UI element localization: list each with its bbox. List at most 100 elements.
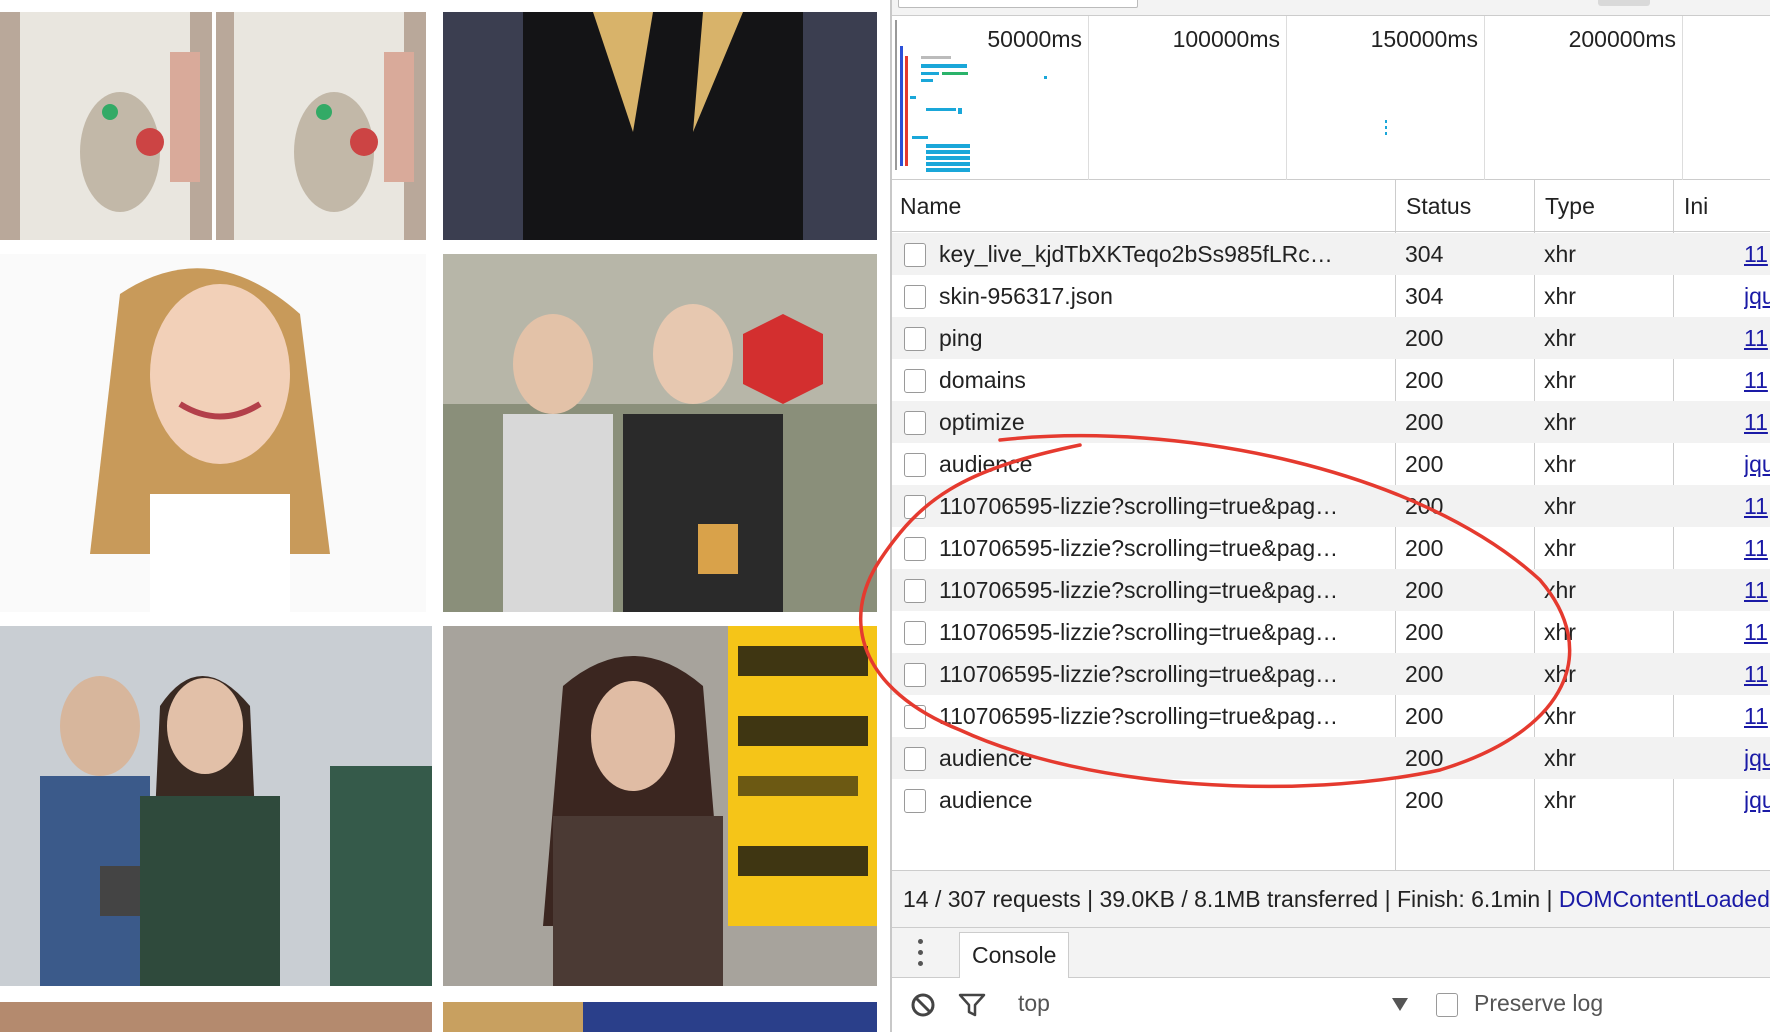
network-toolbar	[892, 0, 1770, 16]
request-icon	[904, 327, 926, 351]
request-name: 110706595-lizzie?scrolling=true&page=7&b…	[939, 703, 1339, 729]
column-header-name[interactable]: Name	[892, 180, 1396, 232]
column-header-initiator[interactable]: Ini	[1676, 180, 1770, 232]
waterfall-chart	[895, 20, 1387, 172]
preserve-log-checkbox[interactable]	[1436, 993, 1458, 1017]
photo-1[interactable]	[0, 12, 212, 240]
request-type: xhr	[1544, 367, 1576, 393]
request-type: xhr	[1544, 619, 1576, 645]
photo-7[interactable]	[443, 626, 877, 986]
filter-input[interactable]	[898, 0, 1138, 8]
request-row[interactable]: 110706595-lizzie?scrolling=true&page=3&b…	[892, 527, 1770, 569]
request-row[interactable]: 110706595-lizzie?scrolling=true&page=6&b…	[892, 653, 1770, 695]
request-row[interactable]: 110706595-lizzie?scrolling=true&page=4&b…	[892, 569, 1770, 611]
request-initiator-link[interactable]: 11	[1744, 695, 1770, 737]
request-name: 110706595-lizzie?scrolling=true&page=5&b…	[939, 619, 1339, 645]
request-status: 200	[1405, 703, 1444, 729]
column-header-type[interactable]: Type	[1537, 180, 1673, 232]
request-name: 110706595-lizzie?scrolling=true&page=3&b…	[939, 535, 1339, 561]
request-initiator-link[interactable]: 11	[1744, 401, 1770, 443]
request-row[interactable]: skin-956317.json 304 xhr jqu	[892, 275, 1770, 317]
request-table: Name Status Type Ini key_live_kjdTbXKTeq…	[892, 180, 1770, 870]
drawer-tabbar: Console	[892, 928, 1770, 978]
drawer-menu-icon[interactable]	[912, 936, 928, 970]
request-icon	[904, 537, 926, 561]
request-initiator-link[interactable]: jqu	[1744, 779, 1770, 821]
preserve-log-label: Preserve log	[1474, 990, 1604, 1016]
request-type: xhr	[1544, 409, 1576, 435]
summary-separator: |	[1384, 886, 1397, 912]
filter-icon[interactable]	[958, 992, 986, 1018]
request-row[interactable]: domains 200 xhr 11	[892, 359, 1770, 401]
request-status: 200	[1405, 661, 1444, 687]
toolbar-toggle[interactable]	[1598, 0, 1650, 6]
request-status: 200	[1405, 409, 1444, 435]
request-status: 200	[1405, 367, 1444, 393]
table-header: Name Status Type Ini	[892, 180, 1770, 232]
request-type: xhr	[1544, 283, 1576, 309]
timeline-overview[interactable]: 50000ms 100000ms 150000ms 200000ms	[892, 16, 1770, 180]
photo-2[interactable]	[216, 12, 426, 240]
summary-finish: Finish: 6.1min	[1396, 886, 1541, 912]
request-initiator-link[interactable]: 11	[1744, 569, 1770, 611]
request-status: 200	[1405, 451, 1444, 477]
summary-separator: |	[1546, 886, 1559, 912]
request-initiator-link[interactable]: 11	[1744, 485, 1770, 527]
request-row[interactable]: ping 200 xhr 11	[892, 317, 1770, 359]
request-name: domains	[939, 367, 1026, 393]
request-row[interactable]: audience 200 xhr jqu	[892, 737, 1770, 779]
request-initiator-link[interactable]: 11	[1744, 611, 1770, 653]
request-icon	[904, 369, 926, 393]
photo-3[interactable]	[443, 12, 877, 240]
request-name: optimize	[939, 409, 1025, 435]
request-row[interactable]: 110706595-lizzie?scrolling=true&page=2&b…	[892, 485, 1770, 527]
request-initiator-link[interactable]: 11	[1744, 653, 1770, 695]
request-type: xhr	[1544, 451, 1576, 477]
request-row[interactable]: 110706595-lizzie?scrolling=true&page=5&b…	[892, 611, 1770, 653]
summary-transferred: 39.0KB / 8.1MB transferred	[1099, 886, 1379, 912]
summary-separator: |	[1087, 886, 1100, 912]
request-icon	[904, 285, 926, 309]
request-initiator-link[interactable]: 11	[1744, 317, 1770, 359]
console-toolbar: top Preserve log	[892, 978, 1770, 1032]
request-icon	[904, 453, 926, 477]
request-initiator-link[interactable]: 11	[1744, 527, 1770, 569]
request-row[interactable]: optimize 200 xhr 11	[892, 401, 1770, 443]
request-type: xhr	[1544, 745, 1576, 771]
photo-4[interactable]	[0, 254, 426, 612]
request-initiator-link[interactable]: jqu	[1744, 275, 1770, 317]
request-name: 110706595-lizzie?scrolling=true&page=6&b…	[939, 661, 1339, 687]
request-row[interactable]: key_live_kjdTbXKTeqo2bSs985fLRcfgAwgm8kc…	[892, 233, 1770, 275]
request-icon	[904, 705, 926, 729]
request-initiator-link[interactable]: 11	[1744, 233, 1770, 275]
request-type: xhr	[1544, 325, 1576, 351]
request-type: xhr	[1544, 703, 1576, 729]
photo-9[interactable]	[443, 1002, 877, 1032]
request-row[interactable]: audience 200 xhr jqu	[892, 443, 1770, 485]
clear-console-icon[interactable]	[910, 992, 936, 1018]
request-initiator-link[interactable]: jqu	[1744, 443, 1770, 485]
photo-5[interactable]	[443, 254, 877, 612]
request-icon	[904, 621, 926, 645]
photo-8[interactable]	[0, 1002, 432, 1032]
chevron-down-icon[interactable]	[1392, 998, 1408, 1011]
request-row[interactable]: 110706595-lizzie?scrolling=true&page=7&b…	[892, 695, 1770, 737]
request-status: 200	[1405, 577, 1444, 603]
tab-console[interactable]: Console	[959, 932, 1070, 978]
request-status: 200	[1405, 787, 1444, 813]
request-initiator-link[interactable]: 11	[1744, 359, 1770, 401]
request-type: xhr	[1544, 787, 1576, 813]
request-icon	[904, 243, 926, 267]
request-row[interactable]: audience 200 xhr jqu	[892, 779, 1770, 821]
photo-6[interactable]	[0, 626, 432, 986]
request-type: xhr	[1544, 661, 1576, 687]
request-status: 200	[1405, 325, 1444, 351]
request-name: audience	[939, 745, 1033, 771]
request-initiator-link[interactable]: jqu	[1744, 737, 1770, 779]
request-status: 304	[1405, 283, 1444, 309]
request-type: xhr	[1544, 241, 1576, 267]
request-icon	[904, 411, 926, 435]
context-selector[interactable]: top	[1018, 990, 1050, 1017]
column-header-status[interactable]: Status	[1398, 180, 1534, 232]
summary-dcl: DOMContentLoaded	[1558, 886, 1770, 912]
